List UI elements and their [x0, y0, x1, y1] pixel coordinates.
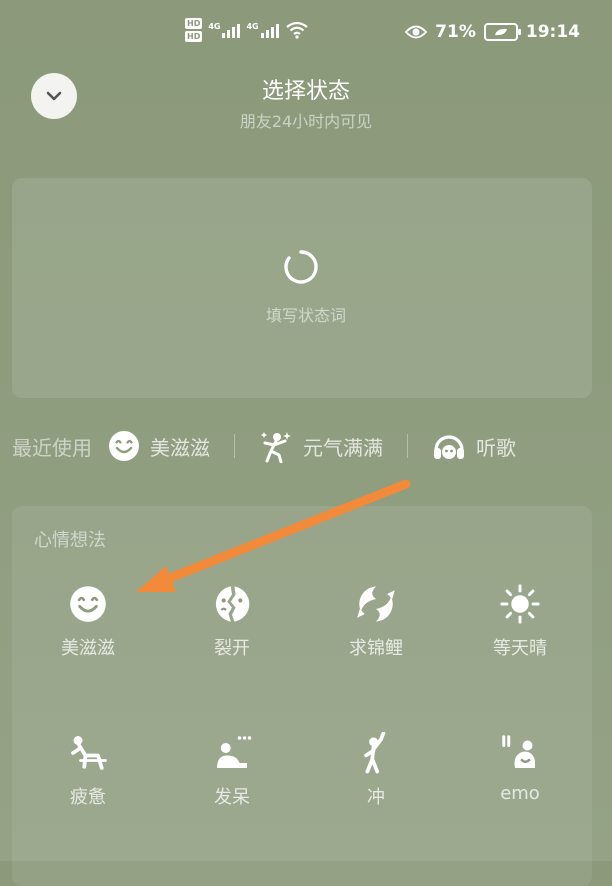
- koi-icon: [357, 586, 395, 622]
- eye-icon: [405, 25, 428, 39]
- recent-label: 最近使用: [12, 435, 92, 460]
- recent-item-meizizi[interactable]: 美滋滋: [108, 430, 210, 462]
- mood-item-label: 求锦鲤: [349, 638, 403, 659]
- headphones-icon: [434, 435, 464, 459]
- recent-item-label: 元气满满: [303, 435, 383, 460]
- clock: 19:14: [525, 22, 580, 42]
- mood-item-qiujinli[interactable]: 求锦鲤: [306, 584, 446, 660]
- divider: [407, 434, 408, 458]
- battery-icon: [483, 23, 521, 41]
- signal-icon-1: [222, 22, 241, 38]
- mood-item-emo[interactable]: emo: [450, 733, 590, 804]
- network-type-2: 4G: [246, 21, 259, 31]
- mood-item-label: 裂开: [214, 638, 250, 659]
- emo-icon: [502, 735, 535, 768]
- mood-item-chong[interactable]: 冲: [306, 732, 446, 809]
- cracked-icon: [215, 586, 250, 622]
- wifi-icon: [285, 21, 308, 39]
- mood-item-label: 冲: [367, 787, 385, 808]
- mood-item-label: 美滋滋: [61, 638, 115, 659]
- status-word-placeholder[interactable]: 填写状态词: [0, 302, 612, 326]
- smile-icon: [109, 431, 139, 461]
- energetic-icon: [261, 432, 291, 463]
- mood-item-piyi[interactable]: 疲惫: [18, 733, 158, 809]
- mood-item-fadai[interactable]: 发呆: [162, 733, 302, 809]
- hd-badge-1: HD: [185, 18, 203, 29]
- mood-item-label: 等天晴: [493, 638, 547, 659]
- status-bar-left: HD HD 4G 4G: [185, 18, 309, 42]
- status-bar-right: 71% 19:14: [405, 22, 580, 42]
- status-word-card[interactable]: [12, 178, 592, 398]
- hd-badges: HD HD: [185, 18, 203, 42]
- recent-item-label: 美滋滋: [150, 435, 210, 460]
- smile-icon: [70, 586, 106, 622]
- signal-icon-2: [260, 22, 279, 38]
- mood-section-title: 心情想法: [34, 530, 106, 551]
- rush-icon: [364, 732, 386, 774]
- mood-item-dengtianqing[interactable]: 等天晴: [450, 584, 590, 660]
- hd-badge-2: HD: [185, 31, 203, 42]
- mood-item-liekai[interactable]: 裂开: [162, 584, 302, 660]
- recent-item-label: 听歌: [476, 435, 516, 460]
- sun-icon: [500, 584, 540, 624]
- mood-panel: [12, 506, 592, 886]
- mood-item-meizizi[interactable]: 美滋滋: [18, 584, 158, 660]
- recent-row: 最近使用 美滋滋 元气满满 听歌: [12, 428, 516, 464]
- loading-spinner-icon: [284, 250, 318, 284]
- mood-item-label: 发呆: [214, 787, 250, 808]
- daze-icon: [217, 736, 252, 768]
- battery-percent: 71%: [435, 22, 476, 42]
- network-type-1: 4G: [208, 21, 221, 31]
- status-bar: HD HD 4G 4G 71% 19:14: [0, 0, 612, 70]
- page-subtitle: 朋友24小时内可见: [239, 112, 373, 131]
- mood-item-label: 疲惫: [70, 787, 106, 808]
- mood-item-label: emo: [500, 783, 540, 804]
- tired-icon: [71, 736, 107, 770]
- divider: [234, 434, 235, 458]
- recent-item-yuanqi[interactable]: 元气满满: [259, 429, 383, 463]
- page-title: 选择状态: [261, 79, 350, 104]
- recent-item-tingge[interactable]: 听歌: [432, 430, 516, 462]
